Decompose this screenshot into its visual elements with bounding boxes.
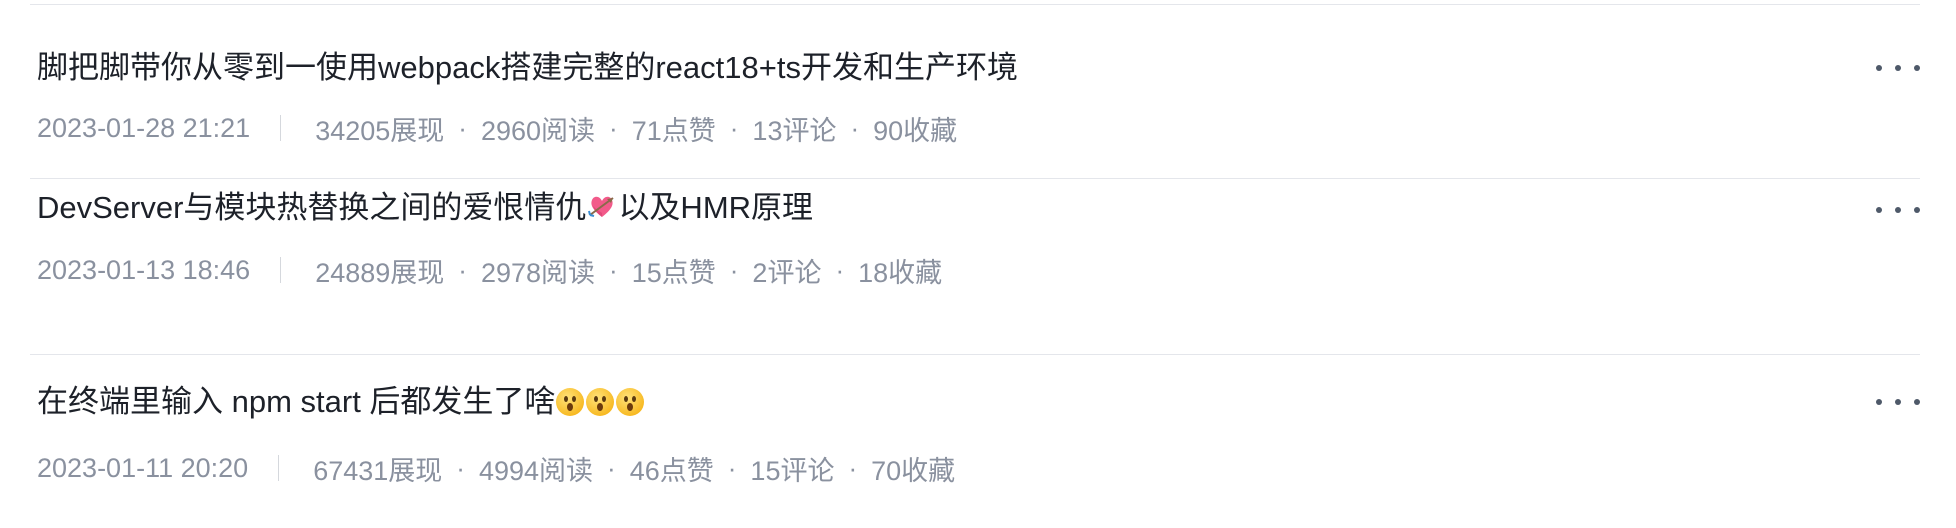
heart-with-arrow-icon	[587, 192, 617, 232]
meta-separator	[278, 455, 280, 481]
article-meta: 2023-01-13 18:46 24889展现 · 2978阅读 · 15点赞…	[37, 252, 942, 288]
likes-count: 46点赞	[629, 455, 714, 486]
reads-count: 2978阅读	[480, 257, 596, 288]
dot-separator: ·	[609, 112, 618, 143]
dot-separator: ·	[458, 112, 467, 143]
dot-separator: ·	[456, 452, 465, 483]
more-dot	[1876, 65, 1882, 71]
likes-count: 15点赞	[631, 257, 716, 288]
article-list: 脚把脚带你从零到一使用webpack搭建完整的react18+ts开发和生产环境…	[0, 0, 1956, 524]
more-options-icon[interactable]	[1876, 388, 1920, 416]
article-title-text: 以及HMR原理	[618, 190, 814, 225]
publish-date: 2023-01-11 20:20	[37, 452, 249, 483]
views-count: 67431展现	[313, 455, 443, 486]
more-dot	[1914, 65, 1920, 71]
dot-separator: ·	[729, 254, 739, 285]
article-title[interactable]: 脚把脚带你从零到一使用webpack搭建完整的react18+ts开发和生产环境	[37, 48, 1018, 88]
favorites-count: 18收藏	[858, 257, 943, 288]
dot-separator: ·	[848, 452, 858, 483]
dot-separator: ·	[609, 254, 618, 285]
article-title[interactable]: DevServer与模块热替换之间的爱恨情仇 以及HMR原理	[37, 188, 813, 232]
dot-separator: ·	[729, 112, 739, 143]
more-dot	[1914, 399, 1920, 405]
dot-separator: ·	[458, 254, 467, 285]
favorites-count: 70收藏	[871, 455, 956, 486]
dot-separator: ·	[835, 254, 845, 285]
more-dot	[1895, 207, 1901, 213]
article-item[interactable]: 在终端里输入 npm start 后都发生了啥 2023-01-11 20:20…	[0, 354, 1956, 528]
article-title[interactable]: 在终端里输入 npm start 后都发生了啥	[37, 382, 645, 426]
more-dot	[1895, 399, 1901, 405]
article-meta: 2023-01-11 20:20 67431展现 · 4994阅读 · 46点赞…	[37, 450, 955, 486]
astonished-face-icon	[556, 386, 585, 426]
dot-separator: ·	[850, 112, 860, 143]
article-title-text: DevServer与模块热替换之间的爱恨情仇	[37, 190, 587, 225]
publish-date: 2023-01-13 18:46	[37, 254, 251, 285]
dot-separator: ·	[607, 452, 616, 483]
more-dot	[1895, 65, 1901, 71]
more-dot	[1914, 207, 1920, 213]
more-options-icon[interactable]	[1876, 54, 1920, 82]
comments-count: 15评论	[750, 455, 835, 486]
article-title-text: 在终端里输入 npm start 后都发生了啥	[37, 384, 556, 419]
reads-count: 4994阅读	[478, 455, 594, 486]
article-item[interactable]: DevServer与模块热替换之间的爱恨情仇 以及HMR原理 2023-01-13…	[0, 140, 1956, 355]
views-count: 24889展现	[315, 257, 445, 288]
meta-separator	[280, 115, 282, 141]
more-dot	[1876, 207, 1882, 213]
more-dot	[1876, 399, 1882, 405]
publish-date: 2023-01-28 21:21	[37, 112, 251, 143]
dot-separator: ·	[727, 452, 737, 483]
astonished-face-icon	[616, 386, 645, 426]
astonished-face-icon	[586, 386, 615, 426]
comments-count: 2评论	[752, 257, 822, 288]
more-options-icon[interactable]	[1876, 196, 1920, 224]
meta-separator	[280, 257, 282, 283]
